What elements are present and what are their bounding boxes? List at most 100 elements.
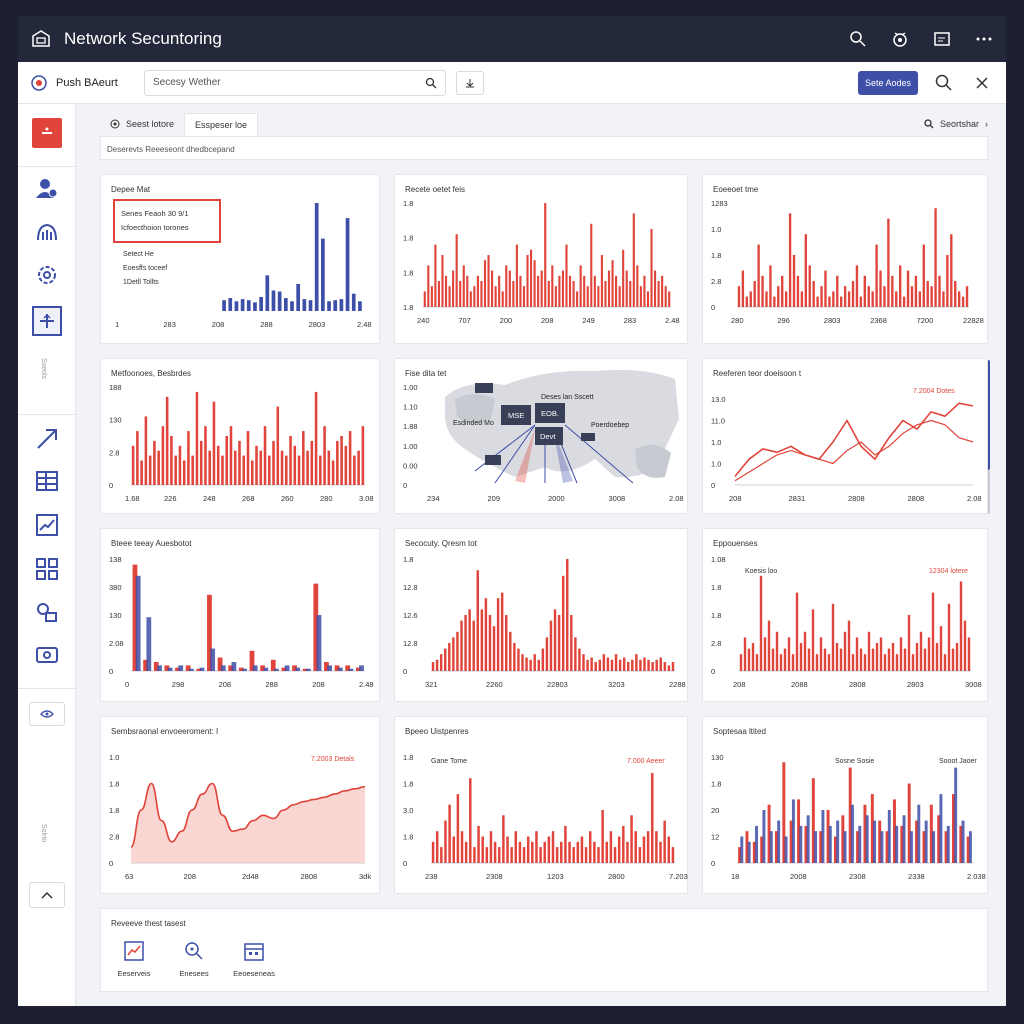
brand-icon — [31, 74, 47, 91]
bar — [452, 270, 455, 307]
sidebar: Sseols Solrto — [18, 104, 76, 1006]
bar — [242, 668, 247, 671]
y-tick-label: 12.8 — [403, 639, 418, 648]
bar — [932, 831, 936, 863]
bar — [267, 455, 271, 485]
x-tick-label: 3008 — [965, 680, 982, 689]
bar — [525, 657, 528, 671]
brand-label: Push BAeurt — [56, 76, 118, 89]
search-box[interactable] — [144, 69, 446, 96]
bar — [590, 223, 593, 307]
bar — [647, 659, 650, 671]
x-tick-label: 63 — [125, 872, 133, 881]
bar — [153, 440, 156, 485]
bar — [348, 668, 354, 671]
primary-action-button[interactable]: Sete Aodes — [858, 70, 918, 95]
bar — [572, 281, 575, 307]
bar — [895, 291, 898, 307]
bar — [276, 406, 280, 485]
bar — [529, 249, 533, 307]
bar — [252, 665, 258, 671]
bar — [871, 648, 875, 671]
bar — [191, 455, 194, 485]
search-icon[interactable] — [932, 71, 956, 95]
x-tick-label: 0 — [125, 680, 129, 689]
sidebar-item-expand[interactable] — [32, 424, 62, 454]
y-tick-label: 2.8 — [109, 448, 119, 457]
recent-item[interactable]: Eeserveis — [109, 939, 159, 978]
sidebar-toggle-button[interactable] — [29, 702, 65, 726]
bar — [477, 825, 480, 863]
bar — [553, 609, 557, 671]
bar — [763, 637, 767, 671]
bar — [195, 391, 199, 485]
download-button[interactable] — [456, 70, 484, 95]
bar — [865, 815, 869, 863]
search-input[interactable] — [153, 77, 425, 88]
chart-card: Eppouenses Koesis loo 12304 lotere 1.08 1… — [702, 528, 988, 702]
bar — [655, 659, 658, 671]
bar — [858, 825, 862, 863]
search-icon[interactable] — [425, 77, 437, 89]
bar — [769, 831, 773, 863]
recent-item[interactable]: Eeoeseneas — [229, 939, 279, 978]
x-tick-label: 3008 — [609, 494, 626, 503]
bar — [659, 657, 662, 671]
chart-card: Recete oetet feis 1.8 1.8 1.8 1.8 240 707 200 2… — [394, 174, 688, 344]
window-icon[interactable] — [932, 29, 952, 49]
sidebar-item-links[interactable] — [32, 598, 62, 628]
x-tick-label: 2000 — [548, 494, 565, 503]
search-chart-link[interactable]: Seortshar › — [924, 119, 988, 129]
sidebar-item-settings[interactable] — [32, 260, 62, 290]
sidebar-item-table[interactable] — [32, 466, 62, 496]
sidebar-item-devices[interactable] — [32, 554, 62, 584]
bar — [564, 825, 567, 863]
bar — [549, 620, 553, 671]
bar — [638, 847, 642, 863]
bar — [225, 436, 229, 485]
bar — [931, 592, 935, 671]
bar — [855, 265, 859, 307]
close-icon[interactable] — [970, 71, 994, 95]
bar — [437, 281, 441, 307]
bar — [570, 615, 573, 671]
brand[interactable]: Push BAeurt — [30, 74, 142, 92]
sidebar-item-topology[interactable] — [32, 306, 62, 336]
bar — [759, 575, 763, 671]
sidebar-item-storage[interactable] — [32, 640, 62, 670]
recent-item[interactable]: Enesees — [169, 939, 219, 978]
y-tick-label: 2.8 — [711, 639, 721, 648]
bar — [234, 301, 239, 311]
more-icon[interactable] — [974, 29, 994, 49]
bar — [535, 831, 538, 863]
bar — [280, 450, 284, 485]
sidebar-item-network[interactable] — [32, 218, 62, 248]
bar — [891, 643, 895, 671]
bar — [899, 265, 902, 307]
bar — [899, 637, 903, 671]
bar — [178, 445, 182, 485]
x-tick-label: 296 — [777, 316, 790, 325]
monitor-icon[interactable] — [890, 29, 910, 49]
tab-exposure[interactable]: Esspeser loe — [184, 112, 259, 136]
bar — [431, 662, 435, 671]
bar — [917, 804, 921, 863]
bar — [820, 286, 823, 307]
bar — [954, 767, 958, 863]
tab-overview[interactable]: Seest lotore — [100, 113, 184, 135]
search-icon[interactable] — [848, 29, 868, 49]
sidebar-item-chart[interactable] — [32, 510, 62, 540]
bar — [464, 841, 468, 863]
bar — [505, 615, 508, 671]
bar — [880, 831, 884, 863]
x-tick-label: 2368 — [870, 316, 887, 325]
sidebar-item-users[interactable] — [32, 174, 62, 204]
collapse-button[interactable] — [29, 882, 65, 908]
sidebar-item-alerts[interactable] — [32, 118, 62, 148]
bar — [435, 831, 439, 863]
bar — [146, 617, 152, 671]
y-tick-label: 2.08 — [109, 639, 124, 648]
y-tick-label: 1.88 — [403, 422, 418, 431]
bar — [351, 293, 356, 311]
bar — [741, 270, 745, 307]
